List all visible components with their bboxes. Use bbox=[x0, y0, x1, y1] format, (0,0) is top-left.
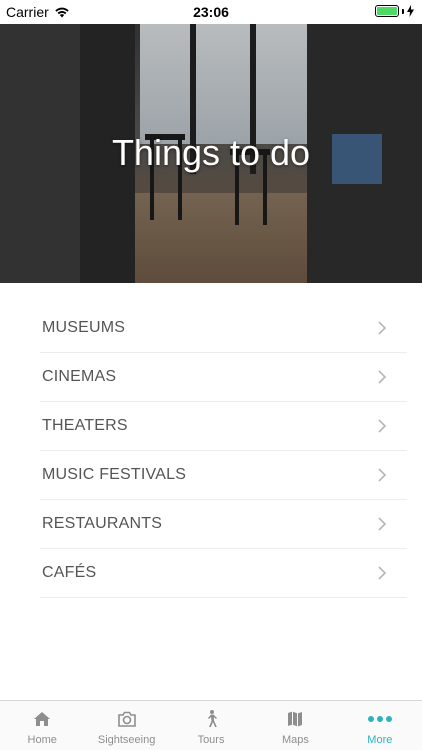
menu-item-restaurants[interactable]: RESTAURANTS bbox=[40, 500, 407, 549]
tab-tours[interactable]: Tours bbox=[169, 701, 253, 750]
chevron-right-icon bbox=[378, 566, 387, 580]
battery-tip bbox=[402, 8, 404, 14]
map-icon bbox=[288, 711, 303, 727]
chevron-right-icon bbox=[378, 517, 387, 531]
more-dots-icon bbox=[367, 716, 392, 722]
tab-label: Sightseeing bbox=[97, 734, 156, 746]
tab-home[interactable]: Home bbox=[0, 701, 84, 750]
tab-sightseeing[interactable]: Sightseeing bbox=[84, 701, 168, 750]
charging-bolt-icon bbox=[407, 5, 414, 17]
page-title: Things to do bbox=[111, 132, 311, 173]
menu-item-label: CINEMAS bbox=[42, 368, 117, 385]
menu-list: MUSEUMS CINEMAS THEATERS MUSIC FESTIVALS… bbox=[40, 304, 407, 598]
tab-more[interactable]: More bbox=[338, 701, 422, 750]
menu-item-label: RESTAURANTS bbox=[42, 515, 163, 532]
camera-icon bbox=[117, 711, 136, 727]
battery-fill bbox=[377, 7, 397, 15]
chevron-right-icon bbox=[378, 419, 387, 433]
chevron-right-icon bbox=[378, 321, 387, 335]
tab-bar: Home Sightseeing Tours Maps More bbox=[0, 700, 422, 750]
status-time: 23:06 bbox=[193, 4, 229, 20]
tab-label: Maps bbox=[281, 734, 309, 746]
tab-label: More bbox=[367, 734, 393, 746]
walking-person-icon bbox=[208, 710, 218, 727]
menu-item-cafes[interactable]: CAFÉS bbox=[40, 549, 407, 598]
home-icon bbox=[34, 712, 51, 726]
battery-icon bbox=[375, 5, 399, 17]
menu-item-label: THEATERS bbox=[42, 417, 128, 434]
menu-item-theaters[interactable]: THEATERS bbox=[40, 402, 407, 451]
hero-banner: Things to do bbox=[0, 24, 422, 283]
menu-item-label: MUSEUMS bbox=[42, 319, 126, 336]
menu-item-label: CAFÉS bbox=[42, 564, 97, 581]
tab-label: Tours bbox=[197, 734, 225, 746]
menu-item-museums[interactable]: MUSEUMS bbox=[40, 304, 407, 353]
menu-item-music-festivals[interactable]: MUSIC FESTIVALS bbox=[40, 451, 407, 500]
status-right bbox=[375, 5, 414, 17]
menu-item-cinemas[interactable]: CINEMAS bbox=[40, 353, 407, 402]
menu-item-label: MUSIC FESTIVALS bbox=[42, 466, 187, 483]
tab-label: Home bbox=[27, 734, 57, 746]
status-bar: Carrier 23:06 bbox=[0, 0, 422, 24]
chevron-right-icon bbox=[378, 468, 387, 482]
tab-maps[interactable]: Maps bbox=[253, 701, 337, 750]
chevron-right-icon bbox=[378, 370, 387, 384]
